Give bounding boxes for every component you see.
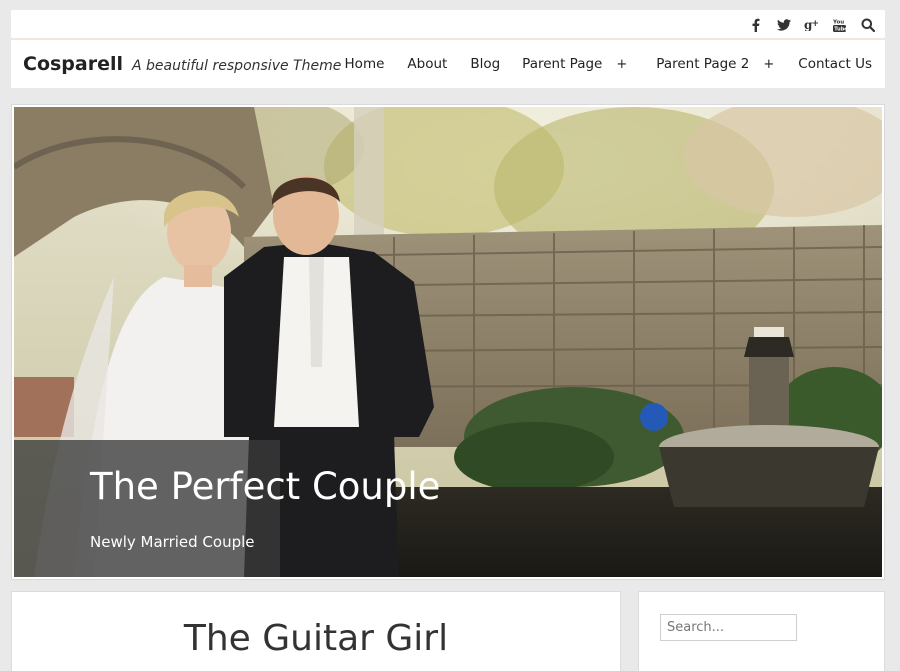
nav-item-home[interactable]: Home	[345, 56, 385, 72]
main-nav: Home About Blog Parent Page + Parent Page…	[345, 56, 872, 72]
hero-slider[interactable]: The Perfect Couple Newly Married Couple	[11, 104, 885, 580]
svg-text:You: You	[833, 19, 844, 25]
hero-caption-panel	[14, 440, 280, 577]
nav-item-parent-page[interactable]: Parent Page +	[522, 56, 627, 72]
sidebar	[638, 591, 885, 671]
svg-text:+: +	[812, 19, 820, 29]
nav-item-label: Parent Page 2	[656, 56, 750, 72]
facebook-icon[interactable]	[748, 17, 763, 32]
hero-title[interactable]: The Perfect Couple	[90, 465, 440, 508]
nav-item-label: About	[407, 56, 448, 72]
youtube-icon[interactable]: YouTube	[832, 17, 847, 32]
search-input[interactable]	[660, 614, 797, 641]
post-card: The Guitar Girl	[11, 591, 621, 671]
hero-subtitle: Newly Married Couple	[90, 533, 255, 551]
submenu-plus-icon[interactable]: +	[616, 57, 627, 72]
brand: Cosparell A beautiful responsive Theme	[23, 53, 341, 75]
nav-item-label: Parent Page	[522, 56, 603, 72]
svg-text:Tube: Tube	[834, 26, 846, 31]
site-title[interactable]: Cosparell	[23, 53, 123, 75]
nav-item-parent-page-2[interactable]: Parent Page 2 +	[656, 56, 774, 72]
social-bar: g+ YouTube	[11, 10, 885, 40]
site-tagline: A beautiful responsive Theme	[132, 58, 342, 74]
post-title[interactable]: The Guitar Girl	[12, 618, 620, 659]
nav-item-label: Contact Us	[798, 56, 872, 72]
nav-item-contact-us[interactable]: Contact Us	[798, 56, 872, 72]
nav-item-label: Blog	[470, 56, 501, 72]
submenu-plus-icon[interactable]: +	[763, 57, 774, 72]
social-icons: g+ YouTube	[748, 17, 875, 32]
nav-item-blog[interactable]: Blog	[470, 56, 500, 72]
site-header: Cosparell A beautiful responsive Theme H…	[11, 40, 885, 88]
nav-item-about[interactable]: About	[407, 56, 447, 72]
google-plus-icon[interactable]: g +	[804, 17, 819, 32]
search-icon[interactable]	[860, 17, 875, 32]
twitter-icon[interactable]	[776, 17, 791, 32]
nav-item-label: Home	[344, 56, 385, 72]
